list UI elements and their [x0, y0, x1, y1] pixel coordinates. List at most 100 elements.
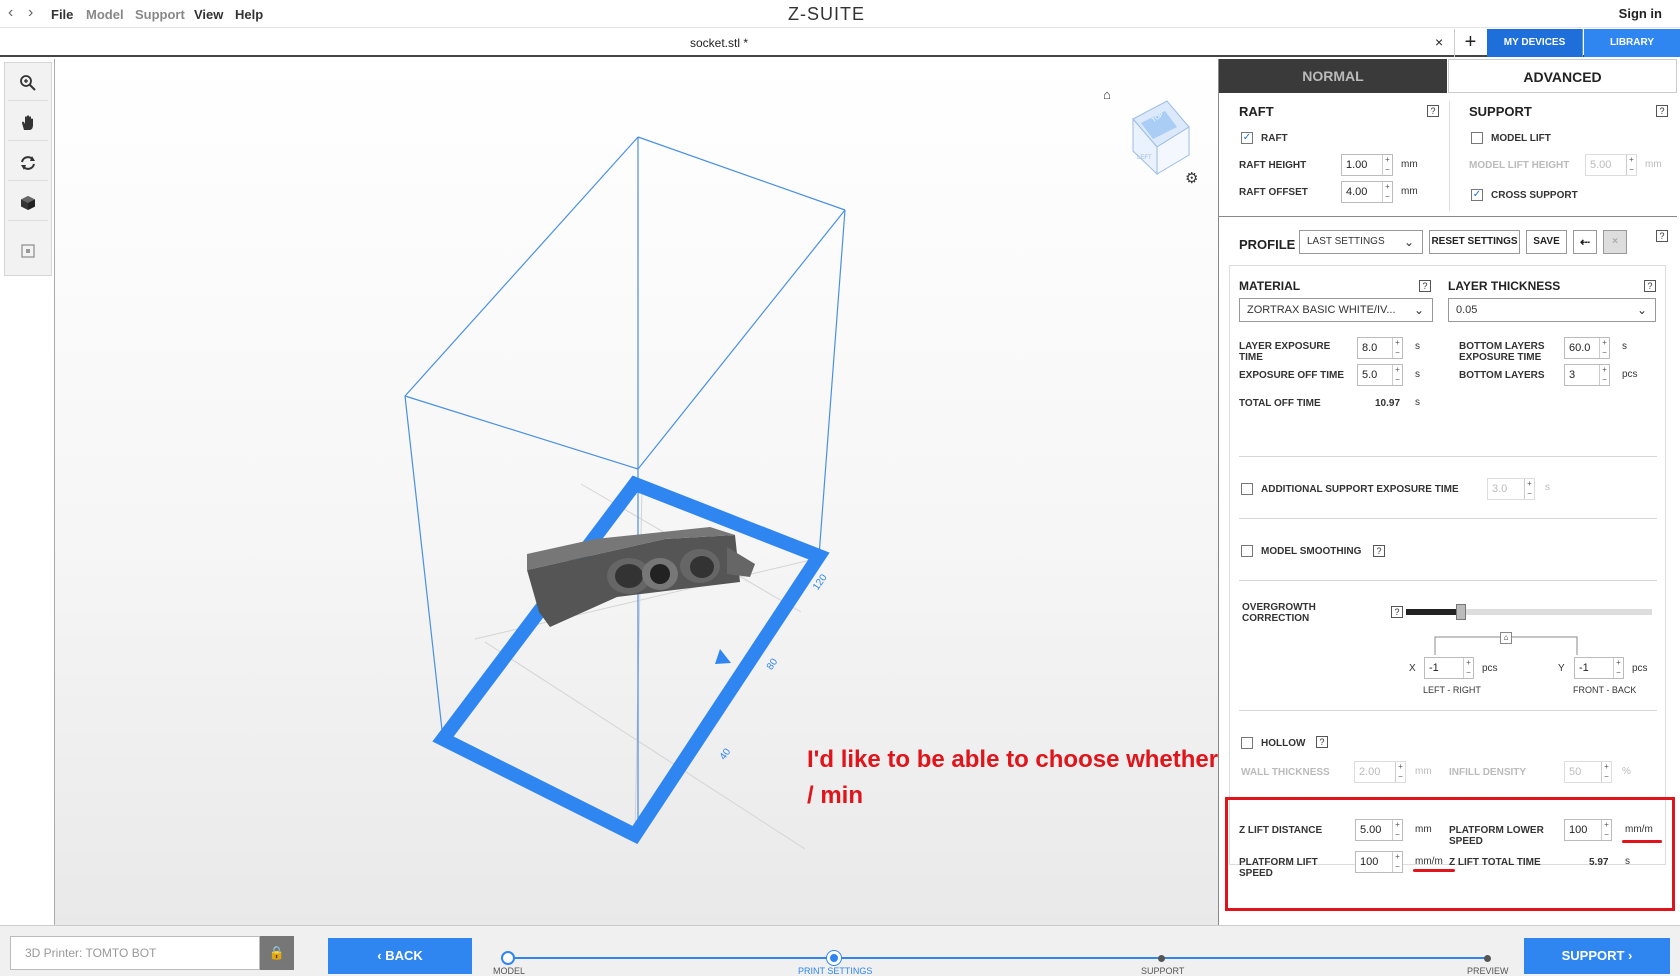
exposure-off-input[interactable]: 5.0 + − [1357, 364, 1403, 386]
model-lift-checkbox[interactable] [1471, 132, 1483, 144]
hollow-help-icon[interactable]: ? [1316, 736, 1328, 748]
cross-support-label: CROSS SUPPORT [1491, 190, 1578, 201]
chevron-down-icon: ⌄ [1403, 235, 1414, 249]
support-next-button[interactable]: SUPPORT › [1524, 938, 1670, 974]
overgrowth-help-icon[interactable]: ? [1391, 606, 1403, 618]
raft-checkbox[interactable]: ✓ [1241, 132, 1253, 144]
material-help-icon[interactable]: ? [1419, 280, 1431, 292]
material-select[interactable]: ZORTRAX BASIC WHITE/IV... ⌄ [1239, 298, 1433, 322]
rotate-tool[interactable] [8, 145, 48, 181]
y-label: Y [1558, 663, 1565, 674]
overgrowth-slider-fill [1406, 609, 1461, 615]
menu-view[interactable]: View [194, 7, 223, 22]
wall-thickness-stepper[interactable]: + − [1395, 762, 1405, 782]
bottom-layers-input[interactable]: 3 + − [1564, 364, 1610, 386]
additional-exposure-checkbox[interactable] [1241, 483, 1253, 495]
step-support-label: SUPPORT [1141, 966, 1185, 976]
model-lift-height-unit: mm [1645, 159, 1662, 170]
menu-file[interactable]: File [51, 7, 73, 22]
menu-help[interactable]: Help [235, 7, 263, 22]
3d-viewport[interactable]: 0 40 80 120 ⌂ TOP LEFT ⚙ I'd like to be … [54, 59, 1585, 925]
profile-help-icon[interactable]: ? [1656, 230, 1668, 242]
cross-support-checkbox[interactable]: ✓ [1471, 189, 1483, 201]
layer-help-icon[interactable]: ? [1644, 280, 1656, 292]
menu-support[interactable]: Support [135, 7, 185, 22]
total-off-unit: s [1415, 397, 1420, 408]
raft-offset-value: 4.00 [1346, 186, 1368, 198]
model-socket[interactable] [527, 527, 755, 627]
pan-tool[interactable] [8, 105, 48, 141]
raft-offset-stepper[interactable]: + − [1382, 182, 1392, 202]
additional-exposure-label: ADDITIONAL SUPPORT EXPOSURE TIME [1261, 484, 1459, 495]
model-lift-height-stepper[interactable]: + − [1626, 155, 1636, 175]
raft-offset-input[interactable]: 4.00 + − [1341, 181, 1393, 203]
forward-arrow-icon[interactable]: › [28, 4, 33, 22]
additional-exposure-input[interactable]: 3.0 + − [1487, 478, 1535, 500]
layer-thickness-select[interactable]: 0.05 ⌄ [1448, 298, 1656, 322]
infill-density-input[interactable]: 50 + − [1564, 761, 1612, 783]
model-lift-height-input[interactable]: 5.00 + − [1585, 154, 1637, 176]
model-smoothing-checkbox[interactable] [1241, 545, 1253, 557]
tab-advanced[interactable]: ADVANCED [1448, 59, 1677, 93]
wall-thickness-input[interactable]: 2.00 + − [1354, 761, 1406, 783]
printer-field[interactable]: 3D Printer: TOMTO BOT [10, 936, 260, 970]
layer-exposure-stepper[interactable]: + − [1392, 338, 1402, 358]
layer-exposure-input[interactable]: 8.0 + − [1357, 337, 1403, 359]
lock-icon[interactable]: 🔒 [260, 936, 294, 970]
step-model-dot[interactable] [501, 951, 515, 965]
raft-height-input[interactable]: 1.00 + − [1341, 154, 1393, 176]
close-tab-icon[interactable]: × [1435, 34, 1443, 50]
back-button[interactable]: ‹ BACK [328, 938, 472, 974]
save-button[interactable]: SAVE [1526, 230, 1567, 254]
raft-offset-label: RAFT OFFSET [1239, 187, 1308, 198]
reset-settings-button[interactable]: RESET SETTINGS [1429, 230, 1520, 254]
support-next-label: SUPPORT [1561, 948, 1625, 963]
back-arrow-icon[interactable]: ‹ [8, 4, 13, 22]
additional-exposure-stepper[interactable]: + − [1524, 479, 1534, 499]
nav-cube[interactable]: TOP LEFT [1105, 89, 1195, 179]
delete-profile-icon[interactable]: × [1603, 230, 1627, 254]
zoom-tool[interactable] [8, 65, 48, 101]
bottom-exposure-input[interactable]: 60.0 + − [1564, 337, 1610, 359]
step-support-dot[interactable] [1158, 955, 1165, 962]
sign-in-link[interactable]: Sign in [1619, 6, 1662, 21]
profile-select[interactable]: LAST SETTINGS ⌄ [1299, 230, 1423, 254]
step-print-settings-dot[interactable] [827, 951, 841, 965]
wall-thickness-unit: mm [1415, 766, 1432, 777]
view-cube-tool[interactable] [8, 185, 48, 221]
library-button[interactable]: LIBRARY [1584, 29, 1680, 57]
raft-height-stepper[interactable]: + − [1382, 155, 1392, 175]
divider [1239, 518, 1657, 519]
overgrowth-slider[interactable] [1406, 604, 1652, 620]
rotate-icon [21, 155, 35, 170]
exposure-off-stepper[interactable]: + − [1392, 365, 1402, 385]
wall-thickness-value: 2.00 [1359, 766, 1381, 778]
export-icon[interactable]: ⇠ [1573, 230, 1597, 254]
menu-model[interactable]: Model [86, 7, 124, 22]
raft-help-icon[interactable]: ? [1427, 105, 1439, 117]
smoothing-help-icon[interactable]: ? [1373, 545, 1385, 557]
material-label: MATERIAL [1239, 279, 1301, 293]
overgrowth-y-input[interactable]: -1 + − [1574, 657, 1624, 679]
gear-icon[interactable]: ⚙ [1185, 169, 1198, 187]
total-off-label: TOTAL OFF TIME [1239, 398, 1321, 409]
step-preview-dot[interactable] [1484, 955, 1491, 962]
progress-track [508, 957, 1488, 959]
infill-density-stepper[interactable]: + − [1601, 762, 1611, 782]
new-tab-button[interactable]: + [1454, 29, 1486, 57]
hollow-checkbox[interactable] [1241, 737, 1253, 749]
tab-normal[interactable]: NORMAL [1219, 59, 1447, 93]
lock-icon[interactable]: ⌂ [1500, 632, 1512, 644]
wall-thickness-label: WALL THICKNESS [1241, 767, 1330, 778]
overgrowth-y-stepper[interactable]: + − [1613, 658, 1623, 678]
layer-view-tool[interactable] [8, 233, 48, 269]
bottom-layers-stepper[interactable]: + − [1599, 365, 1609, 385]
my-devices-button[interactable]: MY DEVICES [1487, 29, 1583, 57]
support-help-icon[interactable]: ? [1656, 105, 1668, 117]
platform-marker [715, 649, 731, 664]
overgrowth-x-stepper[interactable]: + − [1463, 658, 1473, 678]
overgrowth-slider-thumb[interactable] [1456, 604, 1466, 620]
file-tab-title[interactable]: socket.stl * [690, 36, 748, 50]
overgrowth-x-input[interactable]: -1 + − [1424, 657, 1474, 679]
bottom-exposure-stepper[interactable]: + − [1599, 338, 1609, 358]
